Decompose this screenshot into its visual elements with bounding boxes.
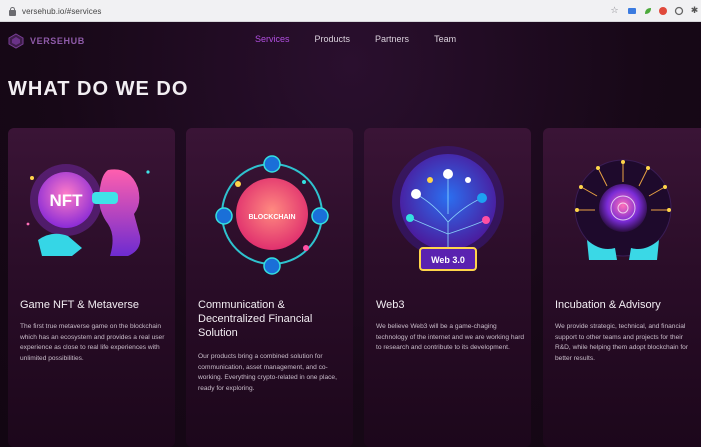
card-description: The first true metaverse game on the blo…	[20, 323, 165, 362]
logo-text: VERSEHUB	[30, 36, 85, 46]
service-card-blockchain: BLOCKCHAIN Communication & Decentralized…	[186, 128, 353, 447]
site-logo[interactable]: VERSEHUB	[8, 33, 85, 49]
card-description: We believe Web3 will be a game-chaging t…	[376, 323, 525, 351]
section-heading: WHAT DO WE DO	[8, 78, 189, 100]
extension-gray-icon[interactable]	[673, 5, 684, 16]
card-description: Our products bring a combined solution f…	[198, 353, 337, 392]
url-text: versehub.io/#services	[22, 6, 102, 16]
nav-link-partners[interactable]: Partners	[375, 34, 409, 44]
nav-link-products[interactable]: Products	[315, 34, 351, 44]
card-title: Communication & Decentralized Financial …	[198, 299, 313, 339]
card-title: Incubation & Advisory	[555, 299, 661, 311]
nav-links: Services Products Partners Team	[255, 34, 481, 44]
card-description: We provide strategic, technical, and fin…	[555, 323, 689, 362]
extension-leaf-icon[interactable]	[642, 5, 653, 16]
browser-toolbar: versehub.io/#services ☆ ✱	[0, 0, 701, 22]
card-title: Game NFT & Metaverse	[20, 299, 139, 311]
nav-link-services[interactable]: Services	[255, 34, 290, 44]
service-card-web3: Web 3.0 Web3 We believe Web3 will be a g…	[364, 128, 531, 447]
blockchain-illustration: BLOCKCHAIN	[186, 144, 353, 284]
card-title: Web3	[376, 299, 405, 311]
service-card-nft: NFT Game NFT & Metaverse The first true …	[8, 128, 175, 447]
web3-illustration: Web 3.0	[364, 144, 531, 284]
extension-blue-icon[interactable]	[626, 5, 637, 16]
address-bar[interactable]: versehub.io/#services	[4, 3, 604, 19]
blockchain-badge-text: BLOCKCHAIN	[248, 214, 295, 221]
nft-badge-text: NFT	[49, 191, 83, 210]
lock-icon	[8, 6, 17, 16]
incubation-illustration	[543, 144, 701, 284]
bookmark-star-icon[interactable]: ☆	[609, 5, 620, 16]
services-page: VERSEHUB Services Products Partners Team…	[0, 22, 701, 447]
extension-red-icon[interactable]	[657, 5, 668, 16]
nft-illustration: NFT	[8, 144, 175, 284]
web3-badge-text: Web 3.0	[431, 255, 465, 265]
extensions-puzzle-icon[interactable]: ✱	[689, 5, 700, 16]
site-nav: VERSEHUB Services Products Partners Team	[0, 22, 701, 60]
service-card-incubation: Incubation & Advisory We provide strateg…	[543, 128, 701, 447]
nav-link-team[interactable]: Team	[434, 34, 456, 44]
versehub-logo-icon	[8, 33, 24, 49]
